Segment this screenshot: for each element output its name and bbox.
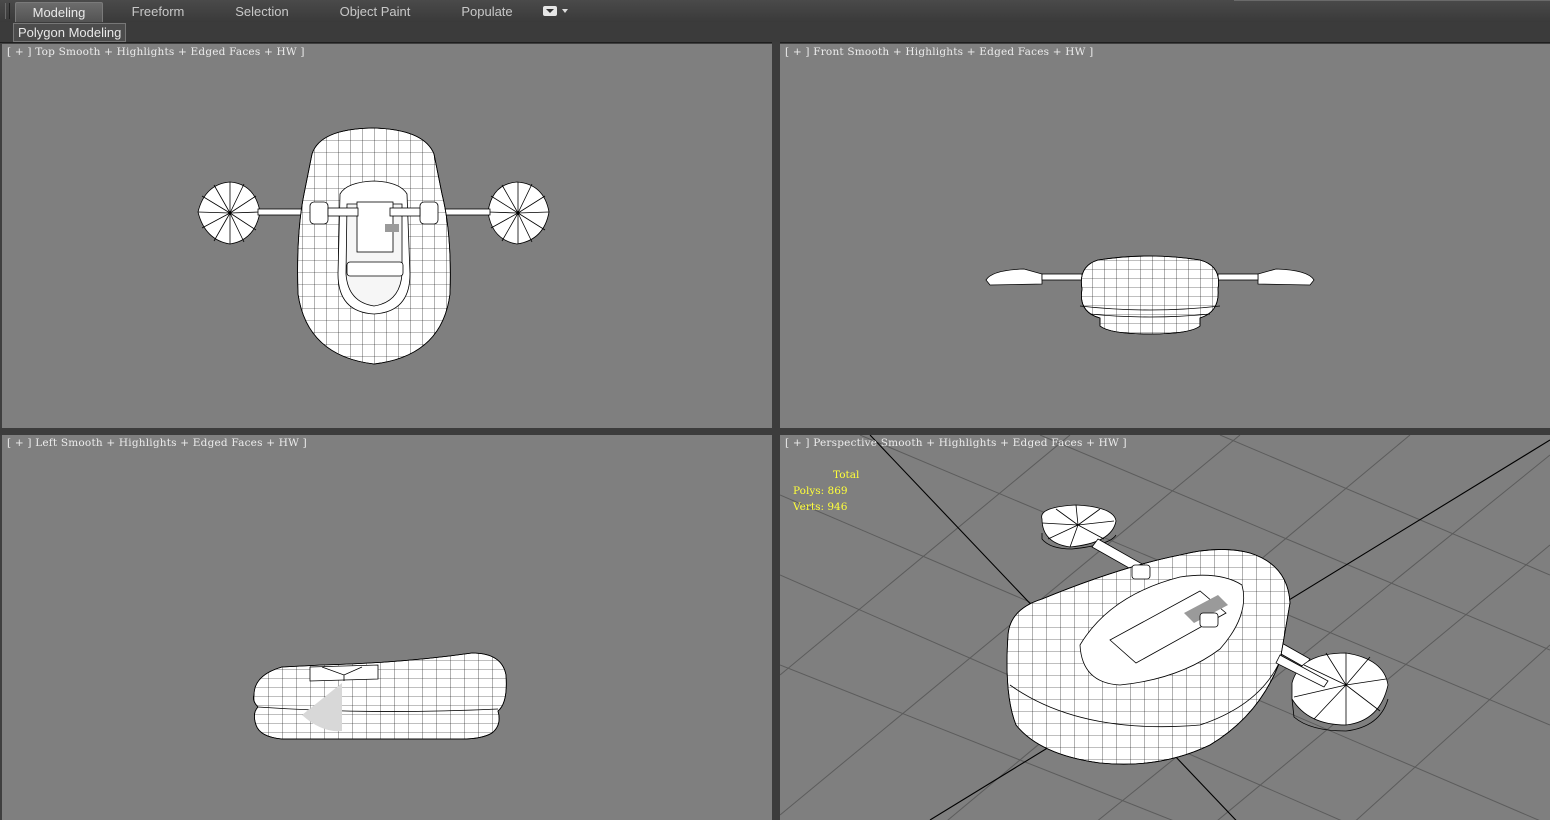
viewport-perspective[interactable]: [ + ] Perspective Smooth + Highlights + … [780, 435, 1550, 820]
perspective-view-model [780, 435, 1550, 820]
stats-polys-label: Polys: [793, 485, 825, 497]
top-view-model [197, 127, 550, 365]
ribbon-options-dropdown[interactable] [543, 6, 569, 18]
viewport-view-name[interactable]: Top [35, 46, 55, 58]
ribbon-options-icon [543, 6, 557, 16]
viewport-view-name[interactable]: Left [35, 437, 57, 449]
tab-object-paint[interactable]: Object Paint [333, 2, 417, 21]
viewport-menu-plus[interactable]: [ + ] [7, 437, 32, 449]
ribbon-tab-bar: Modeling Freeform Selection Object Paint… [0, 0, 1550, 23]
viewport-label-front[interactable]: [ + ] Front Smooth + Highlights + Edged … [785, 46, 1093, 58]
stats-polys: Polys: 869 [793, 483, 859, 499]
front-view-model [985, 255, 1315, 335]
viewport-shading-mode[interactable]: Smooth + Highlights + Edged Faces + HW ] [61, 437, 307, 449]
viewport-view-name[interactable]: Perspective [813, 437, 877, 449]
viewport-view-name[interactable]: Front [813, 46, 844, 58]
polygon-modeling-panel-button[interactable]: Polygon Modeling [13, 23, 127, 42]
stats-verts: Verts: 946 [793, 499, 859, 515]
viewport-shading-mode[interactable]: Smooth + Highlights + Edged Faces + HW ] [59, 46, 305, 58]
viewport-menu-plus[interactable]: [ + ] [7, 46, 32, 58]
stats-heading: Total [833, 469, 860, 481]
statistics-overlay: Total Polys: 869 Verts: 946 [793, 467, 859, 515]
stats-verts-label: Verts: [793, 501, 824, 513]
viewport-front[interactable]: [ + ] Front Smooth + Highlights + Edged … [780, 44, 1550, 428]
stats-verts-value: 946 [827, 501, 848, 513]
tab-populate[interactable]: Populate [453, 2, 521, 21]
ribbon-grip[interactable] [5, 3, 10, 19]
viewport-menu-plus[interactable]: [ + ] [785, 46, 810, 58]
ribbon-panel-bar: Polygon Modeling [0, 22, 1550, 43]
ribbon-separator [1234, 0, 1550, 1]
viewport-label-top[interactable]: [ + ] Top Smooth + Highlights + Edged Fa… [7, 46, 305, 58]
viewport-shading-mode[interactable]: Smooth + Highlights + Edged Faces + HW ] [847, 46, 1093, 58]
viewport-label-perspective[interactable]: [ + ] Perspective Smooth + Highlights + … [785, 437, 1127, 449]
stats-polys-value: 869 [827, 485, 848, 497]
viewport-shading-mode[interactable]: Smooth + Highlights + Edged Faces + HW ] [881, 437, 1127, 449]
tab-freeform[interactable]: Freeform [122, 2, 194, 21]
viewport-menu-plus[interactable]: [ + ] [785, 437, 810, 449]
viewport-top[interactable]: [ + ] Top Smooth + Highlights + Edged Fa… [2, 44, 772, 428]
viewport-left[interactable]: [ + ] Left Smooth + Highlights + Edged F… [2, 435, 772, 820]
chevron-down-icon [562, 9, 568, 13]
viewport-divider-horizontal[interactable] [0, 428, 1550, 435]
tab-modeling[interactable]: Modeling [15, 2, 103, 22]
viewport-label-left[interactable]: [ + ] Left Smooth + Highlights + Edged F… [7, 437, 307, 449]
tab-selection[interactable]: Selection [226, 2, 298, 21]
left-view-model [253, 652, 507, 740]
